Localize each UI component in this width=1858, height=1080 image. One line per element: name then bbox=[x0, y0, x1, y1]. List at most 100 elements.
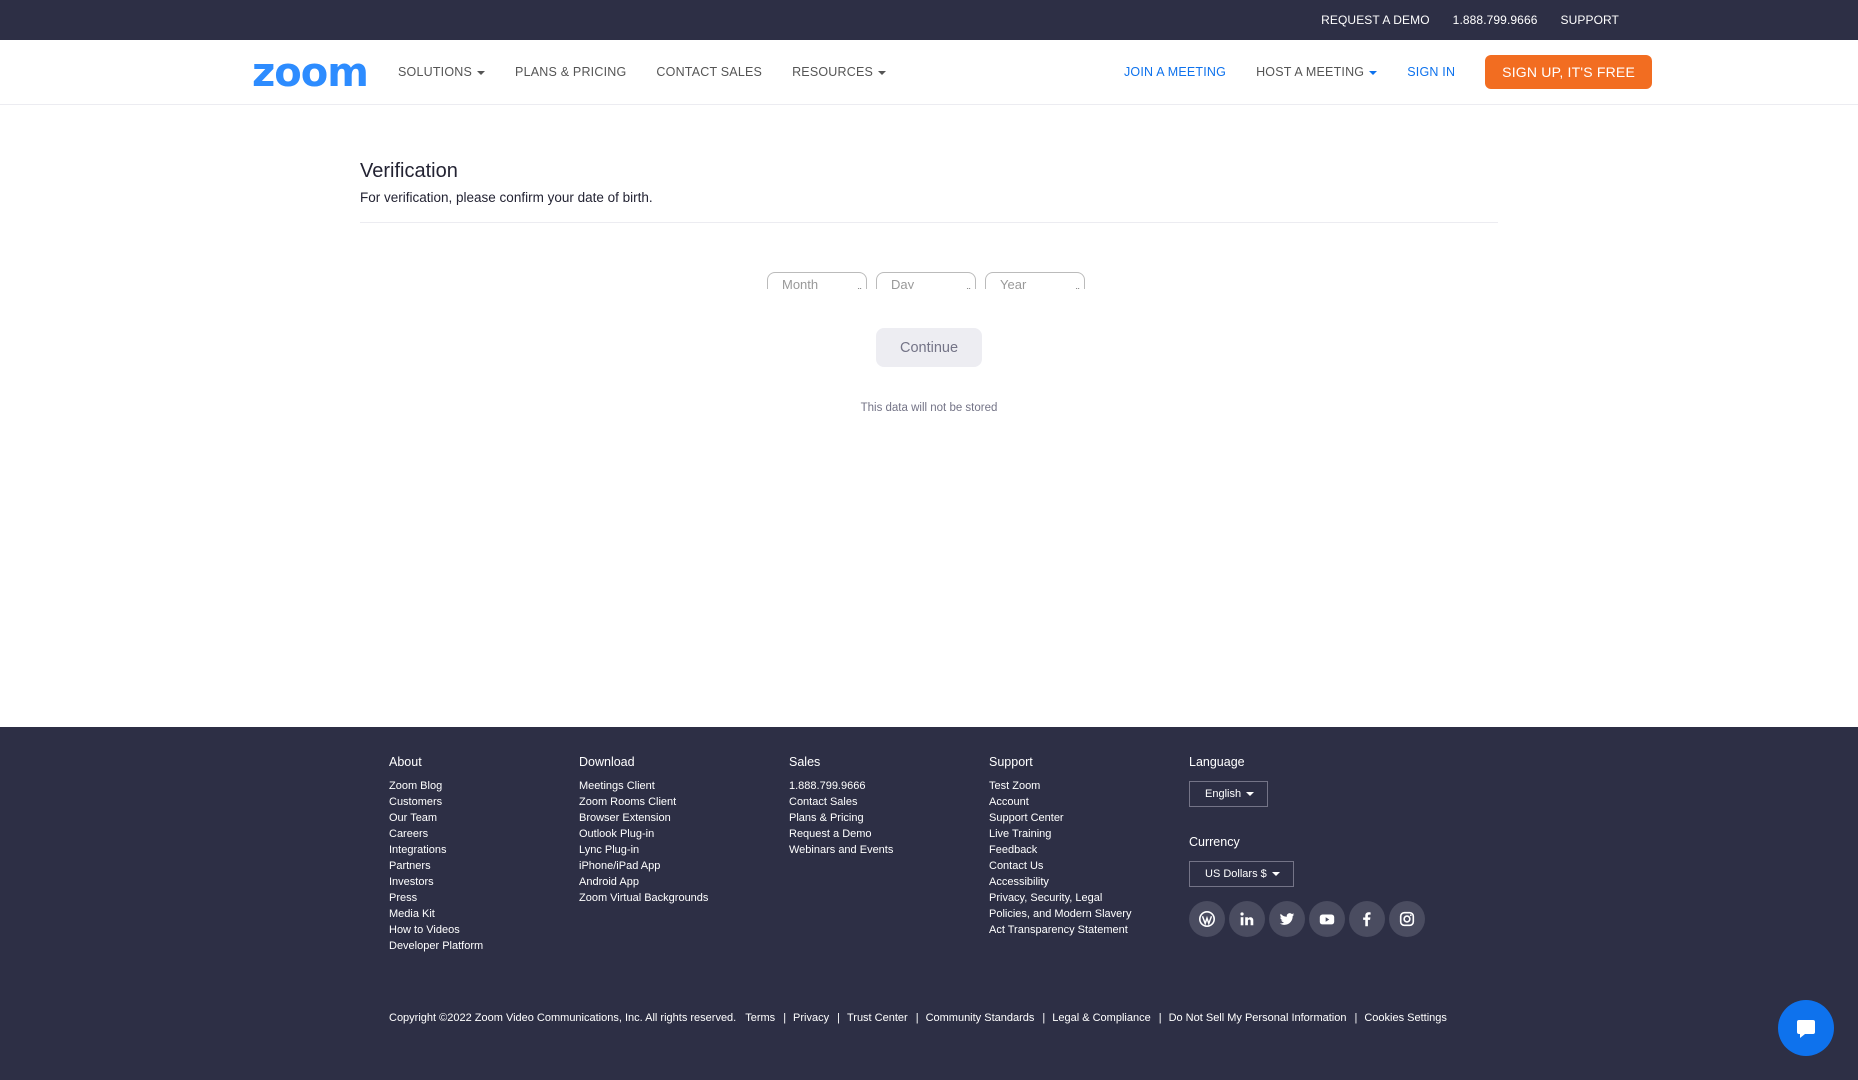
linkedin-icon[interactable] bbox=[1229, 901, 1265, 937]
footer-language-heading: Language bbox=[1189, 755, 1245, 769]
continue-button[interactable]: Continue bbox=[876, 328, 982, 367]
do-not-sell-link[interactable]: Do Not Sell My Personal Information bbox=[1169, 1012, 1347, 1024]
instagram-icon[interactable] bbox=[1389, 901, 1425, 937]
footer-link[interactable]: Integrations bbox=[389, 842, 483, 858]
copyright-text: Copyright ©2022 Zoom Video Communication… bbox=[389, 1012, 737, 1024]
footer-support-list: Test Zoom Account Support Center Live Train… bbox=[989, 778, 1131, 938]
youtube-icon[interactable] bbox=[1309, 901, 1345, 937]
separator: | bbox=[1354, 1012, 1358, 1024]
footer-legal-bar: Copyright ©2022 Zoom Video Communication… bbox=[389, 1012, 1447, 1024]
footer-link[interactable]: iPhone/iPad App bbox=[579, 858, 708, 874]
nav-plans-pricing[interactable]: PLANS & PRICING bbox=[515, 65, 626, 79]
top-utility-links: REQUEST A DEMO 1.888.799.9666 SUPPORT bbox=[1321, 0, 1619, 40]
sign-in-link[interactable]: SIGN IN bbox=[1407, 65, 1455, 79]
footer-link[interactable]: Support Center bbox=[989, 810, 1131, 826]
chevron-down-icon: ⌄ bbox=[1074, 283, 1081, 289]
separator: | bbox=[1042, 1012, 1046, 1024]
footer-link[interactable]: Investors bbox=[389, 874, 483, 890]
footer-support-heading: Support bbox=[989, 755, 1033, 769]
footer-link[interactable]: Outlook Plug-in bbox=[579, 826, 708, 842]
nav-resources[interactable]: RESOURCES bbox=[792, 65, 887, 79]
footer-currency-heading: Currency bbox=[1189, 835, 1240, 849]
footer-link[interactable]: Developer Platform bbox=[389, 938, 483, 954]
footer-link[interactable]: Account bbox=[989, 794, 1131, 810]
footer-sales-heading: Sales bbox=[789, 755, 821, 769]
page-subtitle: For verification, please confirm your da… bbox=[360, 190, 653, 205]
main-navbar: zoom SOLUTIONS PLANS & PRICING CONTACT S… bbox=[0, 40, 1858, 105]
footer-sales-column: Sales 1.888.799.9666 Contact Sales Plans &… bbox=[789, 755, 893, 858]
footer: About Zoom Blog Customers Our Team Careers I… bbox=[0, 727, 1858, 1080]
chevron-down-icon: ⌄ bbox=[856, 283, 863, 289]
footer-link[interactable]: Feedback bbox=[989, 842, 1131, 858]
day-select-placeholder: Day bbox=[891, 277, 915, 290]
page-title: Verification bbox=[360, 160, 458, 182]
trust-center-link[interactable]: Trust Center bbox=[847, 1012, 908, 1024]
footer-link[interactable]: Zoom Virtual Backgrounds bbox=[579, 890, 708, 906]
currency-select-value: US Dollars $ bbox=[1205, 868, 1267, 880]
footer-link[interactable]: Browser Extension bbox=[579, 810, 708, 826]
footer-link[interactable]: Meetings Client bbox=[579, 778, 708, 794]
footer-link[interactable]: Request a Demo bbox=[789, 826, 893, 842]
footer-about-column: About Zoom Blog Customers Our Team Careers I… bbox=[389, 755, 483, 954]
chevron-down-icon bbox=[1369, 70, 1378, 75]
footer-link[interactable]: Webinars and Events bbox=[789, 842, 893, 858]
language-select[interactable]: English bbox=[1189, 781, 1268, 807]
legal-compliance-link[interactable]: Legal & Compliance bbox=[1052, 1012, 1150, 1024]
day-select[interactable]: Day ⌄ bbox=[876, 272, 976, 289]
footer-about-heading: About bbox=[389, 755, 422, 769]
separator: | bbox=[837, 1012, 840, 1024]
footer-link[interactable]: 1.888.799.9666 bbox=[789, 778, 893, 794]
twitter-icon[interactable] bbox=[1269, 901, 1305, 937]
footer-link[interactable]: Plans & Pricing bbox=[789, 810, 893, 826]
request-demo-link[interactable]: REQUEST A DEMO bbox=[1321, 13, 1430, 27]
sign-up-button[interactable]: SIGN UP, IT'S FREE bbox=[1485, 55, 1652, 89]
footer-link[interactable]: Careers bbox=[389, 826, 483, 842]
footer-download-heading: Download bbox=[579, 755, 635, 769]
wordpress-icon[interactable] bbox=[1189, 901, 1225, 937]
footer-link[interactable]: Privacy, Security, Legal bbox=[989, 890, 1131, 906]
community-standards-link[interactable]: Community Standards bbox=[926, 1012, 1035, 1024]
nav-solutions[interactable]: SOLUTIONS bbox=[398, 65, 486, 79]
footer-link[interactable]: Test Zoom bbox=[989, 778, 1131, 794]
footer-link[interactable]: Zoom Blog bbox=[389, 778, 483, 794]
join-meeting-link[interactable]: JOIN A MEETING bbox=[1124, 65, 1226, 79]
footer-link[interactable]: Lync Plug-in bbox=[579, 842, 708, 858]
facebook-icon[interactable] bbox=[1349, 901, 1385, 937]
host-meeting-menu[interactable]: HOST A MEETING bbox=[1256, 65, 1378, 79]
language-select-value: English bbox=[1205, 788, 1242, 800]
separator: | bbox=[783, 1012, 787, 1024]
footer-link[interactable]: Customers bbox=[389, 794, 483, 810]
chevron-down-icon: ⌄ bbox=[965, 283, 972, 289]
phone-link[interactable]: 1.888.799.9666 bbox=[1453, 13, 1538, 27]
footer-link[interactable]: Contact Sales bbox=[789, 794, 893, 810]
privacy-link[interactable]: Privacy bbox=[793, 1012, 829, 1024]
footer-link[interactable]: Android App bbox=[579, 874, 708, 890]
terms-link[interactable]: Terms bbox=[745, 1012, 775, 1024]
footer-link[interactable]: Media Kit bbox=[389, 906, 483, 922]
footer-link[interactable]: How to Videos bbox=[389, 922, 483, 938]
cookies-settings-link[interactable]: Cookies Settings bbox=[1364, 1012, 1447, 1024]
footer-download-list: Meetings Client Zoom Rooms Client Browser … bbox=[579, 778, 708, 906]
footer-link[interactable]: Contact Us bbox=[989, 858, 1131, 874]
nav-contact-sales[interactable]: CONTACT SALES bbox=[656, 65, 762, 79]
footer-link[interactable]: Partners bbox=[389, 858, 483, 874]
chat-bubble-icon bbox=[1797, 1020, 1815, 1038]
footer-link[interactable]: Our Team bbox=[389, 810, 483, 826]
year-select[interactable]: Year ⌄ bbox=[985, 272, 1085, 289]
chevron-down-icon bbox=[1271, 872, 1280, 876]
footer-link[interactable]: Live Training bbox=[989, 826, 1131, 842]
month-select-placeholder: Month bbox=[782, 277, 819, 290]
chevron-down-icon bbox=[477, 70, 486, 75]
footer-about-list: Zoom Blog Customers Our Team Careers Integra… bbox=[389, 778, 483, 954]
footer-link[interactable]: Policies, and Modern Slavery bbox=[989, 906, 1131, 922]
footer-link[interactable]: Zoom Rooms Client bbox=[579, 794, 708, 810]
zoom-logo[interactable]: zoom bbox=[252, 53, 369, 93]
footer-link[interactable]: Accessibility bbox=[989, 874, 1131, 890]
chevron-down-icon bbox=[1246, 792, 1255, 796]
footer-link[interactable]: Act Transparency Statement bbox=[989, 922, 1131, 938]
footer-link[interactable]: Press bbox=[389, 890, 483, 906]
month-select[interactable]: Month ⌄ bbox=[767, 272, 867, 289]
support-link[interactable]: SUPPORT bbox=[1561, 13, 1620, 27]
currency-select[interactable]: US Dollars $ bbox=[1189, 861, 1294, 887]
chat-button[interactable] bbox=[1778, 1000, 1834, 1056]
